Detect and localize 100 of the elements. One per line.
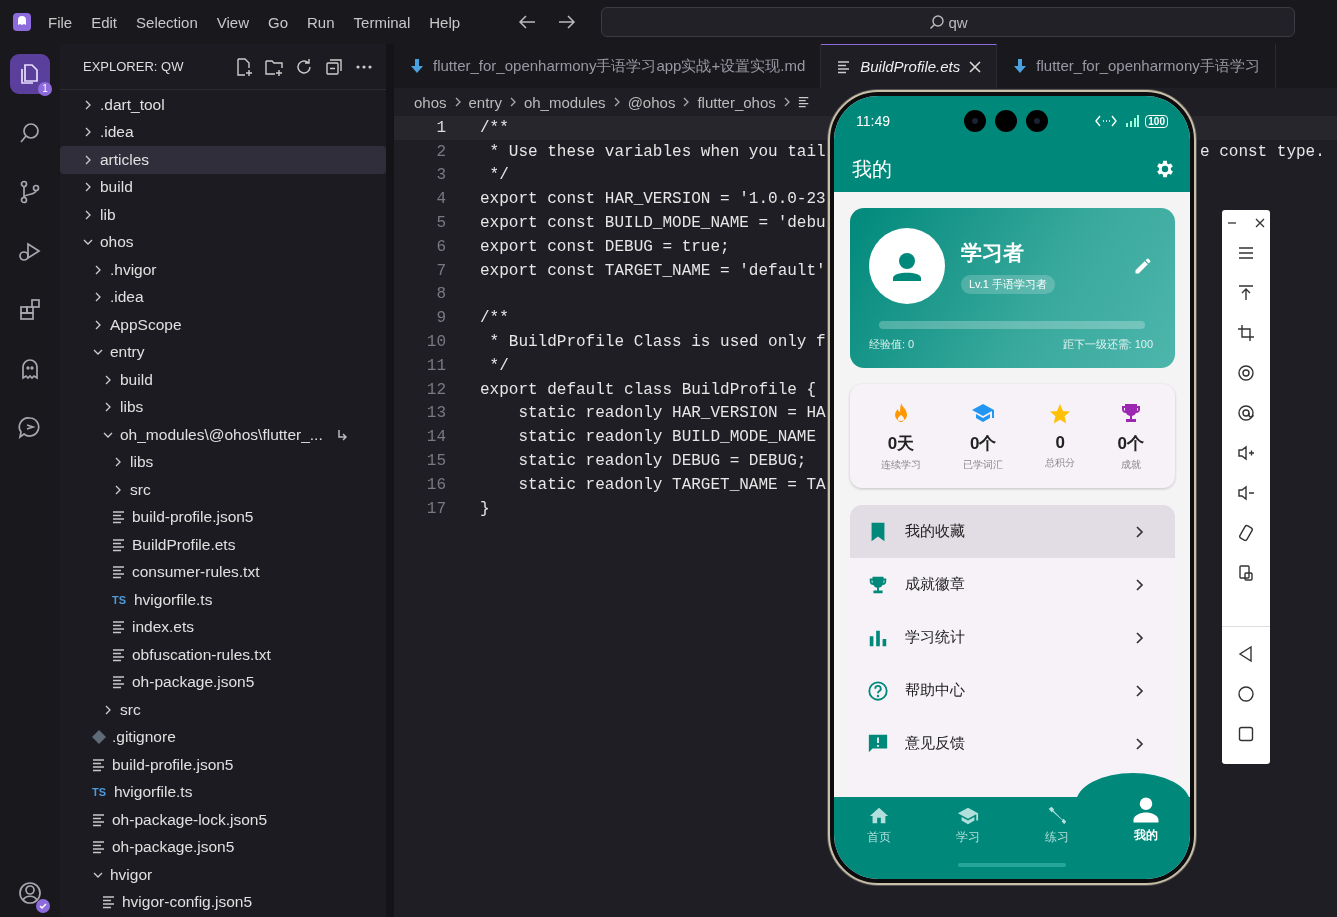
file-lines-icon: [112, 510, 126, 525]
nav-tab[interactable]: 我的: [1101, 792, 1190, 879]
tree-item-label: build: [120, 370, 153, 389]
tree-item[interactable]: oh-package.json5: [60, 668, 386, 696]
tree-item[interactable]: articles: [60, 146, 386, 174]
new-file-icon[interactable]: [234, 56, 254, 77]
next-level-text: 距下一级还需: 100: [1062, 337, 1153, 352]
menu-item[interactable]: Run: [307, 13, 335, 31]
menu-icon[interactable]: [1237, 244, 1255, 262]
tree-item[interactable]: src: [60, 696, 386, 724]
search-field[interactable]: qw: [601, 7, 1296, 37]
menu-item[interactable]: Go: [268, 13, 288, 31]
back-icon[interactable]: [1237, 645, 1255, 663]
back-icon[interactable]: [518, 15, 537, 29]
code-line: export const DEBUG = true;: [480, 237, 730, 256]
stat-label: 成就: [1120, 457, 1141, 472]
file-lines-icon: [92, 757, 106, 772]
tree-item[interactable]: build: [60, 173, 386, 201]
menu-list-item[interactable]: 意见反馈: [850, 717, 1175, 770]
tree-item[interactable]: hvigor: [60, 861, 386, 889]
tree-item[interactable]: oh_modules\@ohos\flutter_...: [60, 421, 386, 449]
close-icon[interactable]: [1255, 218, 1265, 228]
tree-item-label: lib: [100, 205, 116, 224]
tree-item-label: index.ets: [132, 618, 195, 637]
collapse-all-icon[interactable]: [324, 56, 344, 77]
file-lines-icon: [92, 840, 106, 855]
code-line: * Use these variables when you tail: [488, 142, 826, 161]
rotate-device-icon[interactable]: [1237, 524, 1255, 542]
line-number: 16: [425, 475, 446, 494]
menu-list-item[interactable]: 帮助中心: [850, 664, 1175, 717]
avatar-icon: [869, 228, 945, 304]
breadcrumb-item[interactable]: oh_modules: [523, 93, 606, 111]
download-arrow-icon: [1013, 58, 1028, 74]
menu-item[interactable]: Selection: [136, 13, 198, 31]
menu-list-item[interactable]: 学习统计: [850, 611, 1175, 664]
menu-list-item[interactable]: 我的收藏: [850, 505, 1175, 558]
volume-down-icon[interactable]: [1237, 484, 1255, 502]
tree-item[interactable]: .gitignore: [60, 723, 386, 751]
tree-item[interactable]: .hvigor: [60, 256, 386, 284]
tree-item[interactable]: TS hvigorfile.ts: [60, 586, 386, 614]
tree-item[interactable]: oh-package-lock.json5: [60, 806, 386, 834]
refresh-icon[interactable]: [294, 56, 314, 77]
tree-item[interactable]: src: [60, 476, 386, 504]
menu-item[interactable]: View: [216, 13, 249, 31]
tree-item[interactable]: build-profile.json5: [60, 503, 386, 531]
tree-item[interactable]: .idea: [60, 283, 386, 311]
tree-item[interactable]: .dart_tool: [60, 91, 386, 119]
signal-icon: [1123, 115, 1140, 127]
volume-up-icon[interactable]: [1237, 444, 1255, 462]
breadcrumb-item[interactable]: @ohos: [627, 93, 676, 111]
tree-item[interactable]: entry: [60, 338, 386, 366]
activity-button[interactable]: 1: [10, 54, 50, 94]
pin-top-icon[interactable]: [1237, 284, 1255, 302]
stat-label: 连续学习: [881, 457, 922, 472]
screenshot-icon[interactable]: [1237, 564, 1255, 582]
edit-icon[interactable]: [1133, 256, 1153, 276]
tree-item-label: build: [100, 178, 133, 197]
tree-item[interactable]: BuildProfile.ets: [60, 531, 386, 559]
code-line: }: [480, 499, 490, 518]
notification-badge: 1: [38, 82, 52, 96]
tree-item[interactable]: consumer-rules.txt: [60, 558, 386, 586]
stat-value: 0个: [1117, 432, 1144, 455]
breadcrumb-item[interactable]: entry: [468, 93, 502, 111]
tree-item[interactable]: hvigor-config.json5: [60, 888, 386, 916]
battery-indicator: 100: [1145, 114, 1168, 128]
tree-item[interactable]: .idea: [60, 118, 386, 146]
home-icon[interactable]: [1237, 685, 1255, 703]
tree-item[interactable]: libs: [60, 448, 386, 476]
tree-item[interactable]: ohos: [60, 228, 386, 256]
tree-item-label: consumer-rules.txt: [132, 563, 260, 582]
menu-item[interactable]: File: [48, 13, 73, 31]
tree-item[interactable]: build: [60, 366, 386, 394]
target-icon[interactable]: [1237, 404, 1255, 422]
settings-icon[interactable]: [1154, 158, 1176, 180]
menu-item[interactable]: Edit: [91, 13, 118, 31]
editor-tab[interactable]: BuildProfile.ets: [821, 44, 998, 88]
tree-item-label: BuildProfile.ets: [132, 535, 236, 554]
menu-item[interactable]: Terminal: [353, 13, 411, 31]
recents-icon[interactable]: [1237, 725, 1255, 743]
tree-item[interactable]: TS hvigorfile.ts: [60, 778, 386, 806]
menu-list-item[interactable]: 成就徽章: [850, 558, 1175, 611]
tree-item[interactable]: libs: [60, 393, 386, 421]
forward-icon[interactable]: [558, 15, 577, 29]
line-number: 8: [435, 285, 446, 304]
breadcrumb-item[interactable]: flutter_ohos: [697, 93, 776, 111]
tree-item[interactable]: index.ets: [60, 613, 386, 641]
tree-item-label: entry: [110, 343, 145, 362]
editor-tab[interactable]: flutter_for_openharmony手语学习: [997, 44, 1276, 88]
code-line: export const HAR_VERSION = '1.0.0-23: [480, 190, 826, 209]
breadcrumb-item[interactable]: ohos: [414, 93, 447, 111]
stat-value: 0: [1055, 433, 1066, 453]
tree-item[interactable]: lib: [60, 201, 386, 229]
crop-icon[interactable]: [1237, 324, 1255, 342]
tree-item[interactable]: build-profile.json5: [60, 751, 386, 779]
line-number: 1: [435, 118, 446, 137]
help-icon: [867, 679, 889, 702]
tree-item[interactable]: obfuscation-rules.txt: [60, 641, 386, 669]
menu-item[interactable]: Help: [429, 13, 461, 31]
tree-item[interactable]: oh-package.json5: [60, 833, 386, 861]
tree-item[interactable]: AppScope: [60, 311, 386, 339]
